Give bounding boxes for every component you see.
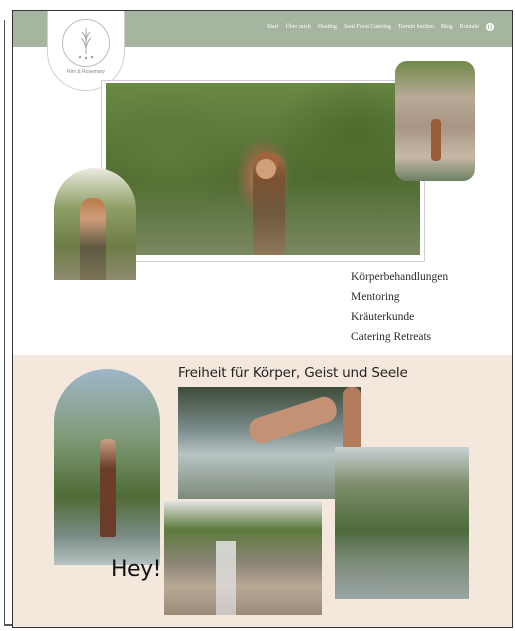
- hero-photo-forest-woman: [106, 83, 420, 255]
- service-item[interactable]: Kräuterkunde: [351, 307, 448, 327]
- website-page: Start Über mich Healing Soul Food Cateri…: [12, 10, 513, 628]
- nav-item-start[interactable]: Start: [267, 24, 278, 30]
- site-logo[interactable]: Rim & Rosemary: [47, 11, 125, 91]
- nav-item-kontakt[interactable]: Kontakt: [460, 24, 479, 30]
- service-item[interactable]: Körperbehandlungen: [351, 267, 448, 287]
- service-item[interactable]: Catering Retreats: [351, 327, 448, 347]
- services-list: Körperbehandlungen Mentoring Kräuterkund…: [351, 267, 448, 347]
- arch-photo-woman-river: [54, 369, 160, 565]
- photo-waterfall-rocks: [395, 61, 475, 181]
- photo-hand-in-water: [178, 387, 361, 499]
- main-nav: Start Über mich Healing Soul Food Cateri…: [267, 23, 494, 31]
- photo-person: [80, 198, 106, 280]
- lavender-logo-icon: [62, 19, 110, 67]
- photo-person: [431, 119, 441, 161]
- service-item[interactable]: Mentoring: [351, 287, 448, 307]
- nav-item-blog[interactable]: Blog: [441, 24, 453, 30]
- nav-item-ueber-mich[interactable]: Über mich: [285, 24, 311, 30]
- photo-person: [100, 439, 116, 537]
- logo-text: Rim & Rosemary: [67, 69, 105, 75]
- photo-mountain-lake: [335, 447, 469, 599]
- photo-cliff-waterfall: [164, 501, 322, 615]
- globe-icon[interactable]: [486, 23, 494, 31]
- arch-photo-woman-field: [54, 168, 136, 280]
- nav-item-healing[interactable]: Healing: [318, 24, 337, 30]
- greeting-text: Hey!: [111, 557, 161, 582]
- photo-arm: [246, 393, 340, 447]
- hero-person-head: [256, 159, 276, 179]
- nav-item-termin-buchen[interactable]: Termin buchen: [398, 24, 434, 30]
- photo-waterfall: [216, 541, 236, 615]
- section-headline: Freiheit für Körper, Geist und Seele: [178, 365, 408, 381]
- nav-item-soul-food-catering[interactable]: Soul Food Catering: [344, 24, 391, 30]
